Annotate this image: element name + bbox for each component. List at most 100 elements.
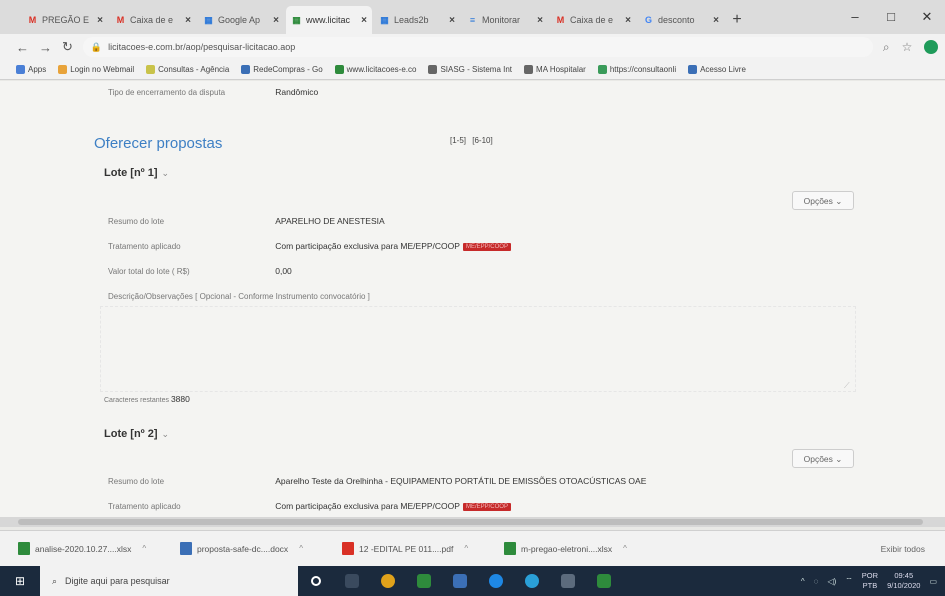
tratamento-label: Tratamento aplicado <box>108 502 181 511</box>
excel-icon[interactable] <box>586 566 622 596</box>
bookmark-label: Apps <box>28 65 47 74</box>
bookmark-label: Consultas - Agência <box>158 65 230 74</box>
tipo-encerramento-value: Randômico <box>275 87 319 97</box>
close-tab-icon[interactable]: × <box>273 15 279 26</box>
lote-1-title[interactable]: Lote [nº 1] ⌄ <box>104 167 169 179</box>
me-epp-coop-badge: ME/EPP/COOP <box>462 242 511 251</box>
download-item[interactable]: proposta-safe-dc....docx ^ <box>180 542 326 555</box>
minimize-button[interactable]: – <box>837 0 873 34</box>
bookmark-item[interactable]: Apps <box>16 65 46 74</box>
volume-icon[interactable]: ◁) <box>827 577 836 586</box>
lote-2-title[interactable]: Lote [nº 2] ⌄ <box>104 428 169 440</box>
download-item[interactable]: m-pregao-eletroni....xlsx ^ <box>504 542 650 555</box>
close-tab-icon[interactable]: × <box>537 15 543 26</box>
close-tab-icon[interactable]: × <box>361 15 367 26</box>
chrome-icon[interactable] <box>370 566 406 596</box>
descricao-textarea[interactable] <box>100 306 856 392</box>
close-tab-icon[interactable]: × <box>449 15 455 26</box>
bookmark-item[interactable]: SIASG - Sistema Int <box>428 65 512 74</box>
search-placeholder: Digite aqui para pesquisar <box>65 576 170 586</box>
address-bar[interactable]: 🔒 licitacoes-e.com.br/aop/pesquisar-lici… <box>82 37 873 57</box>
bookmark-item[interactable]: RedeCompras - Go <box>241 65 323 74</box>
bookmark-favicon-icon <box>146 65 156 74</box>
download-filename: analise-2020.10.27....xlsx <box>35 543 132 554</box>
bookmark-item[interactable]: Login no Webmail <box>58 65 134 74</box>
tab-favicon-icon: ▦ <box>204 14 213 25</box>
system-tray: ^ ◌ ◁) ⌔ POR PTB 09:45 9/10/2020 ▭ <box>801 566 945 596</box>
edge-icon[interactable] <box>478 566 514 596</box>
language-indicator[interactable]: POR PTB <box>862 571 878 591</box>
bookmark-favicon-icon <box>334 65 344 74</box>
lote-1-title-text: Lote [nº 1] <box>104 167 158 179</box>
browser-tab[interactable]: ≡ Monitorar × <box>462 6 548 34</box>
show-all-downloads-link[interactable]: Exibir todos <box>881 544 925 554</box>
zoom-icon[interactable]: ⌕ <box>883 40 890 55</box>
close-tab-icon[interactable]: × <box>625 15 631 26</box>
download-item[interactable]: analise-2020.10.27....xlsx ^ <box>18 542 164 555</box>
browser-tab[interactable]: ▦ www.licitac × <box>286 6 372 34</box>
lote-2-tratamento-row: Tratamento aplicado Com participação exc… <box>108 501 511 511</box>
browser-tab[interactable]: ▦ Leads2b × <box>374 6 460 34</box>
new-tab-button[interactable]: + <box>726 6 748 34</box>
download-item[interactable]: 12 -EDITAL PE 011....pdf ^ <box>342 542 488 555</box>
sheets-icon[interactable] <box>406 566 442 596</box>
scrollbar-thumb[interactable] <box>18 519 923 525</box>
close-tab-icon[interactable]: × <box>185 15 191 26</box>
browser-tab[interactable]: Gdesconto × <box>638 6 724 34</box>
tab-title: Monitorar <box>482 15 521 25</box>
file-icon <box>180 542 192 555</box>
profile-avatar[interactable] <box>924 40 939 54</box>
url-text: licitacoes-e.com.br/aop/pesquisar-licita… <box>108 42 296 52</box>
bookmark-favicon-icon <box>241 65 251 74</box>
horizontal-scrollbar[interactable] <box>0 517 945 527</box>
tray-chevron-icon[interactable]: ^ <box>801 577 805 586</box>
chevron-up-icon[interactable]: ^ <box>464 544 468 553</box>
page-link-6-10[interactable]: [6-10] <box>472 136 492 145</box>
maximize-button[interactable]: □ <box>873 0 909 34</box>
bookmark-item[interactable]: https://consultaonli <box>597 65 676 74</box>
browser-tab[interactable]: M Caixa de e × <box>550 6 636 34</box>
notification-icon[interactable]: ▭ <box>929 577 937 586</box>
tab-title: www.licitac <box>306 15 351 25</box>
lote-1-options-button[interactable]: Opções ⌄ <box>792 191 854 210</box>
ie-icon[interactable] <box>514 566 550 596</box>
browser-tab[interactable]: M PREGÃO E × <box>22 6 108 34</box>
back-arrow-icon[interactable]: ← <box>16 40 29 55</box>
docs-icon[interactable] <box>442 566 478 596</box>
file-icon <box>18 542 30 555</box>
start-button[interactable]: ⊞ <box>0 566 40 596</box>
section-title: Oferecer propostas <box>94 135 223 152</box>
bookmark-item[interactable]: Consultas - Agência <box>146 65 229 74</box>
close-tab-icon[interactable]: × <box>97 15 103 26</box>
valor-input[interactable]: 0,00 <box>275 266 292 276</box>
tipo-encerramento-row: Tipo de encerramento da disputa Randômic… <box>108 87 318 97</box>
lote-1-resumo-row: Resumo do lote APARELHO DE ANESTESIA <box>108 216 385 226</box>
tab-favicon-icon: M <box>556 14 565 25</box>
explorer-icon[interactable] <box>550 566 586 596</box>
wifi-icon[interactable]: ⌔ <box>845 576 853 586</box>
tab-title: PREGÃO E <box>42 15 90 25</box>
chevron-up-icon[interactable]: ^ <box>299 544 303 553</box>
chevron-up-icon[interactable]: ^ <box>623 544 627 553</box>
reload-icon[interactable]: ↻ <box>62 39 73 55</box>
chevron-up-icon[interactable]: ^ <box>142 544 146 553</box>
caracteres-restantes-row: Caracteres restantes 3880 <box>104 394 190 404</box>
clock[interactable]: 09:45 9/10/2020 <box>887 571 920 591</box>
taskbar-search[interactable]: ⌕ Digite aqui para pesquisar <box>40 566 298 596</box>
bookmark-item[interactable]: www.licitacoes-e.co <box>334 65 416 74</box>
page-link-1-5[interactable]: [1-5] <box>450 136 466 145</box>
bookmark-star-icon[interactable]: ☆ <box>902 40 913 54</box>
browser-tab[interactable]: ▦ Google Ap × <box>198 6 284 34</box>
browser-tab[interactable]: M Caixa de e × <box>110 6 196 34</box>
lote-2-options-button[interactable]: Opções ⌄ <box>792 449 854 468</box>
file-icon <box>342 542 354 555</box>
network-icon[interactable]: ◌ <box>814 577 819 586</box>
forward-arrow-icon[interactable]: → <box>39 40 52 55</box>
close-window-button[interactable]: ✕ <box>909 0 945 34</box>
cortana-icon[interactable] <box>298 566 334 596</box>
bookmark-item[interactable]: MA Hospitalar <box>524 65 586 74</box>
bookmark-item[interactable]: Acesso Livre <box>688 65 746 74</box>
task-view-icon[interactable] <box>334 566 370 596</box>
resize-handle-icon[interactable]: ⟋ <box>844 381 850 391</box>
close-tab-icon[interactable]: × <box>713 15 719 26</box>
